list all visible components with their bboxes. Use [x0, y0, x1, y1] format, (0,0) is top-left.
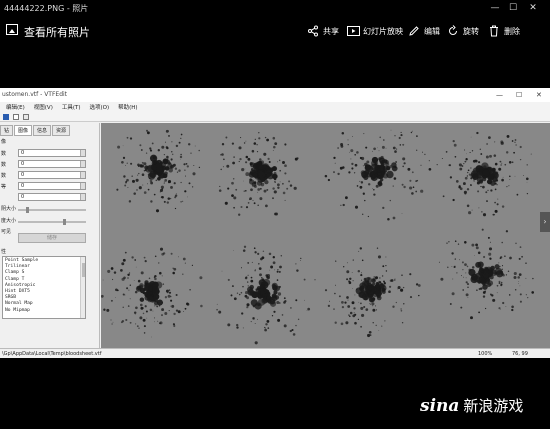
vtfedit-minimize-icon: —	[496, 91, 503, 99]
window-title: 44444222.PNG - 照片	[4, 4, 89, 13]
mipmap-field: 0	[18, 182, 86, 190]
slice-field: 0	[18, 171, 86, 179]
menu-item-options: 选项(O)	[89, 105, 110, 111]
close-button[interactable]: ✕	[526, 2, 540, 14]
list-item: No Mipmap	[5, 307, 30, 313]
slider-label-2: 度大小	[1, 218, 17, 224]
menu-item-edit: 编辑(E)	[6, 105, 25, 111]
flags-label: 性	[1, 249, 7, 255]
vtfedit-sidebar: 钻 图像 信息 资源 像 数 0 数 0 数 0 等 0 0 阴大小 度大小 可…	[0, 123, 100, 348]
slider-label-1: 阴大小	[1, 206, 17, 212]
flags-list: Point Sample Trilinear Clamp S Clamp T A…	[2, 256, 86, 319]
photo-icon	[6, 24, 18, 35]
rotate-button[interactable]: 旋转	[446, 23, 479, 39]
blood-splatter-sheet	[100, 129, 534, 345]
splatter-cell	[100, 247, 203, 338]
slideshow-button[interactable]: 幻灯片放映	[346, 23, 403, 39]
face-field: 0	[18, 160, 86, 168]
slideshow-label: 幻灯片放映	[363, 26, 403, 36]
tab-image: 图像	[14, 125, 33, 136]
mipmap-label: 等	[1, 184, 7, 190]
vtfedit-toolbar	[0, 112, 550, 122]
sina-watermark: sina 新浪游戏	[420, 395, 523, 416]
tab-resources: 资源	[52, 125, 71, 136]
paste-icon	[23, 114, 29, 120]
tab-file: 钻	[0, 125, 14, 136]
share-icon	[306, 24, 320, 38]
vtfedit-menu-bar: 编辑(E) 视图(V) 工具(T) 选项(O) 帮助(H)	[0, 102, 550, 112]
view-all-photos-link[interactable]: 查看所有照片	[24, 24, 90, 40]
vtfedit-status-bar: \Gp\AppData\Local\Temp\bloodsheet.vtf 10…	[0, 348, 550, 358]
list-scrollbar	[80, 257, 85, 318]
delete-button[interactable]: 删除	[487, 23, 520, 39]
menu-item-tools: 工具(T)	[61, 105, 81, 111]
edit-button[interactable]: 编辑	[407, 23, 440, 39]
sina-logo: sina	[420, 395, 460, 416]
texture-canvas	[100, 123, 550, 348]
frame-field: 0	[18, 149, 86, 157]
splatter-cell	[324, 129, 432, 221]
visible-label: 可见	[1, 229, 12, 235]
status-file-path: \Gp\AppData\Local\Temp\bloodsheet.vtf	[2, 351, 102, 357]
status-coords: 76, 99	[512, 351, 528, 357]
extra-field: 0	[18, 193, 86, 201]
slider-2	[18, 219, 86, 225]
edit-label: 编辑	[424, 26, 440, 36]
displayed-image: ustomen.vtf - VTFEdit — ☐ ✕ 编辑(E) 视图(V) …	[0, 88, 550, 358]
delete-label: 删除	[504, 26, 520, 36]
share-button[interactable]: 共享	[306, 23, 339, 39]
apply-button: 储存	[18, 233, 86, 243]
photos-title-bar: 44444222.PNG - 照片 — ☐ ✕	[0, 0, 550, 16]
splatter-cell	[324, 247, 421, 338]
watermark-text: 新浪游戏	[463, 397, 524, 415]
frame-label: 数	[1, 151, 7, 157]
face-label: 数	[1, 162, 7, 168]
menu-item-help: 帮助(H)	[118, 105, 138, 111]
image-group-label: 像	[1, 139, 7, 145]
vtfedit-title: ustomen.vtf - VTFEdit	[2, 91, 68, 98]
next-photo-button[interactable]: ›	[540, 212, 550, 232]
status-zoom: 100%	[478, 351, 493, 357]
vtfedit-close-icon: ✕	[536, 91, 542, 99]
splatter-cell	[116, 129, 201, 213]
slideshow-icon	[346, 24, 360, 38]
splatter-cell	[218, 132, 299, 216]
vtfedit-maximize-icon: ☐	[516, 91, 523, 99]
slider-1	[18, 207, 86, 213]
tab-info: 信息	[33, 125, 52, 136]
slice-label: 数	[1, 173, 7, 179]
save-icon	[3, 114, 9, 120]
rotate-label: 旋转	[463, 26, 479, 36]
sidebar-tabs: 钻 图像 信息 资源	[0, 125, 71, 136]
maximize-button[interactable]: ☐	[506, 2, 520, 14]
delete-icon	[487, 24, 501, 38]
splatter-cell	[436, 131, 532, 217]
edit-icon	[407, 24, 421, 38]
vtfedit-title-bar: ustomen.vtf - VTFEdit — ☐ ✕	[0, 88, 550, 102]
minimize-button[interactable]: —	[488, 2, 502, 14]
splatter-cell	[216, 245, 316, 345]
rotate-icon	[446, 24, 460, 38]
photos-app-bar: 查看所有照片 共享 幻灯片放映 编辑 旋转 删除	[0, 16, 550, 46]
share-label: 共享	[323, 26, 339, 36]
copy-icon	[13, 114, 19, 120]
splatter-cell	[438, 228, 534, 320]
menu-item-view: 视图(V)	[33, 105, 53, 111]
